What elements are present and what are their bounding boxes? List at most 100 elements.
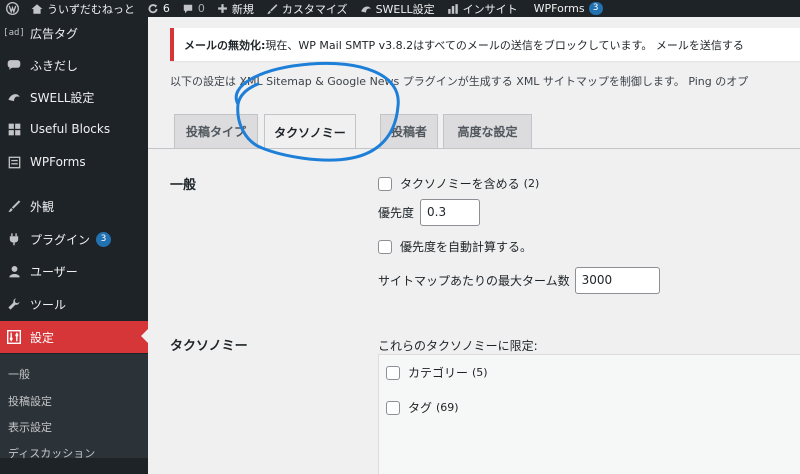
sidebar-item-label: SWELL設定 [30, 90, 95, 105]
general-heading: 一般 [170, 178, 197, 193]
site-name: ういずだむねっと [47, 2, 135, 16]
taxonomy-item-category: カテゴリー (5) [386, 364, 488, 381]
site-name-link[interactable]: ういずだむねっと [25, 0, 141, 17]
sidebar-item-label: ユーザー [30, 264, 78, 279]
ad-icon: [ad] [3, 28, 25, 38]
page-description: 以下の設定は XML Sitemap & Google News プラグインが生… [170, 75, 749, 88]
sidebar-item-label: 広告タグ [30, 26, 79, 41]
bar-chart-icon [447, 3, 458, 14]
brush-icon [6, 198, 22, 214]
updates-link[interactable]: 6 [141, 0, 176, 17]
category-count: (5) [472, 366, 488, 379]
blocks-icon [6, 121, 22, 137]
taxonomy-item-tag: タグ (69) [386, 399, 459, 416]
settings-icon [6, 329, 22, 345]
refresh-icon [148, 3, 158, 13]
sidebar-item-speech-bubble[interactable]: ふきだし [0, 50, 148, 80]
admin-bar: ういずだむねっと 6 0 新規 カスタマイズ SWELL設定 インサイト WPF… [0, 0, 800, 17]
submenu-item-discussion[interactable]: ディスカッション [8, 445, 95, 461]
include-taxonomies-count: (2) [523, 177, 540, 190]
new-content-link[interactable]: 新規 [211, 0, 260, 17]
tag-count: (69) [436, 401, 459, 414]
wordpress-icon [6, 2, 19, 15]
sidebar-item-wpforms[interactable]: WPForms [0, 147, 148, 177]
comments-link[interactable]: 0 [176, 0, 211, 17]
sidebar-item-label: WPForms [30, 155, 86, 169]
priority-row: 優先度 0.3 [378, 199, 481, 226]
submenu-item-general[interactable]: 一般 [8, 366, 30, 382]
notice-title: メールの無効化: [184, 38, 266, 52]
taxonomy-list-box: カテゴリー (5) タグ (69) [378, 354, 800, 474]
brush-icon [267, 3, 278, 14]
max-terms-label: サイトマップあたりの最大ターム数 [378, 274, 570, 288]
submenu-item-writing[interactable]: 投稿設定 [8, 393, 52, 409]
updates-count: 6 [162, 2, 170, 15]
swell-icon [6, 89, 22, 105]
tab-authors[interactable]: 投稿者 [380, 114, 438, 148]
insights-link[interactable]: インサイト [441, 0, 524, 17]
wordpress-admin: { "adminbar": { "site_name": "ういずだむねっと",… [0, 0, 800, 474]
sidebar-item-label: プラグイン [30, 232, 91, 247]
customize-label: カスタマイズ [281, 2, 348, 16]
comments-count: 0 [197, 2, 205, 15]
submenu-item-reading[interactable]: 表示設定 [8, 419, 52, 435]
sidebar-item-label: Useful Blocks [30, 122, 111, 136]
sidebar-item-users[interactable]: ユーザー [0, 256, 148, 286]
priority-input[interactable]: 0.3 [420, 199, 481, 226]
settings-submenu: 一般 投稿設定 表示設定 ディスカッション [0, 354, 148, 461]
category-checkbox[interactable] [386, 365, 400, 380]
admin-sidebar: [ad] 広告タグ ふきだし SWELL設定 Useful Blocks WPF… [0, 17, 148, 474]
home-icon [31, 3, 43, 14]
new-label: 新規 [231, 2, 254, 16]
sidebar-item-ad-tag[interactable]: [ad] 広告タグ [0, 18, 148, 48]
sidebar-item-settings[interactable]: 設定 [0, 321, 148, 353]
sidebar-item-swell-settings[interactable]: SWELL設定 [0, 82, 148, 112]
smtp-notice: メールの無効化: 現在、WP Mail SMTP v3.8.2はすべてのメールの… [170, 28, 800, 61]
wpforms-adminbar-link[interactable]: WPForms 3 [524, 0, 609, 17]
max-terms-input[interactable]: 3000 [574, 267, 660, 294]
wordpress-logo[interactable] [0, 0, 25, 17]
sidebar-item-label: 外観 [30, 199, 55, 214]
speech-bubble-icon [6, 57, 22, 73]
sidebar-item-label: 設定 [30, 330, 55, 345]
notice-text: 現在、WP Mail SMTP v3.8.2はすべてのメールの送信をブロックして… [265, 38, 744, 52]
category-label: カテゴリー [408, 366, 469, 380]
tabs-divider [148, 148, 800, 149]
swell-icon [360, 6, 371, 13]
taxonomy-heading: タクソノミー [170, 339, 248, 354]
sidebar-item-tools[interactable]: ツール [0, 289, 148, 319]
sidebar-item-appearance[interactable]: 外観 [0, 191, 148, 221]
wpforms-label: WPForms [533, 2, 585, 15]
plugins-update-badge: 3 [96, 231, 112, 247]
tag-checkbox[interactable] [386, 400, 400, 415]
sidebar-item-label: ツール [30, 297, 67, 312]
form-icon [6, 154, 22, 170]
main-content: メールの無効化: 現在、WP Mail SMTP v3.8.2はすべてのメールの… [148, 17, 800, 474]
auto-priority-row: 優先度を自動計算する。 [378, 238, 532, 255]
taxonomy-limit-label: これらのタクソノミーに限定: [378, 339, 538, 353]
wrench-icon [6, 296, 22, 312]
plus-icon [217, 4, 227, 13]
sidebar-item-plugins[interactable]: プラグイン 3 [0, 224, 148, 254]
tab-advanced[interactable]: 高度な設定 [443, 114, 532, 148]
plugin-icon [6, 231, 22, 247]
swell-settings-link[interactable]: SWELL設定 [354, 0, 441, 17]
user-icon [6, 263, 22, 279]
max-terms-row: サイトマップあたりの最大ターム数 3000 [378, 267, 660, 294]
tab-taxonomies[interactable]: タクソノミー [264, 114, 356, 149]
comment-icon [183, 4, 193, 13]
auto-priority-label: 優先度を自動計算する。 [400, 240, 533, 254]
swell-label: SWELL設定 [375, 2, 435, 16]
tab-post-types[interactable]: 投稿タイプ [174, 114, 258, 148]
auto-priority-checkbox[interactable] [378, 239, 392, 254]
sidebar-item-useful-blocks[interactable]: Useful Blocks [0, 114, 148, 144]
wpforms-badge: 3 [588, 2, 603, 15]
priority-label: 優先度 [378, 206, 415, 220]
include-taxonomies-checkbox[interactable] [378, 176, 392, 191]
insights-label: インサイト [462, 2, 518, 16]
tag-label: タグ [408, 401, 433, 415]
include-taxonomies-row: タクソノミーを含める (2) [378, 175, 539, 192]
sidebar-item-label: ふきだし [30, 58, 79, 73]
include-taxonomies-label: タクソノミーを含める [400, 177, 520, 191]
customize-link[interactable]: カスタマイズ [260, 0, 354, 17]
